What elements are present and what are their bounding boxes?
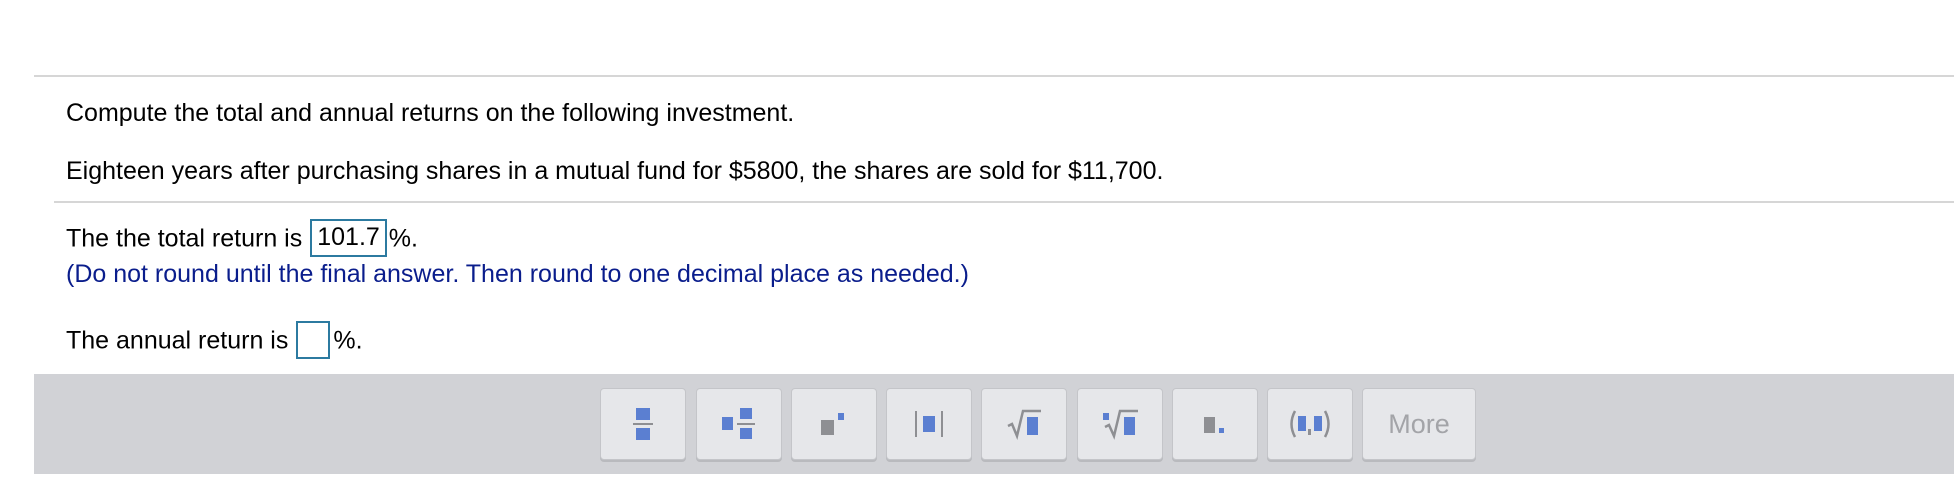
absolute-value-icon — [915, 411, 943, 437]
rounding-hint: (Do not round until the final answer. Th… — [66, 260, 969, 288]
question-page: Compute the total and annual returns on … — [0, 0, 1954, 482]
absolute-value-button[interactable] — [886, 388, 972, 460]
fraction-button[interactable] — [600, 388, 686, 460]
mixed-number-icon — [722, 408, 755, 439]
ordered-pair-icon — [1290, 410, 1330, 438]
nth-root-icon — [1103, 409, 1138, 440]
total-return-label: The the total return is — [66, 224, 303, 253]
annual-return-row: The annual return is%. — [66, 321, 363, 361]
total-return-row: The the total return is 101.7%. — [66, 219, 418, 259]
total-return-input[interactable]: 101.7 — [310, 219, 387, 257]
square-root-icon — [1007, 409, 1041, 440]
exponent-button[interactable] — [791, 388, 877, 460]
square-root-button[interactable] — [981, 388, 1067, 460]
section-divider — [54, 201, 1954, 203]
ordered-pair-button[interactable] — [1267, 388, 1353, 460]
mixed-number-button[interactable] — [696, 388, 782, 460]
problem-text: Eighteen years after purchasing shares i… — [66, 157, 1164, 185]
decimal-button[interactable] — [1172, 388, 1258, 460]
nth-root-button[interactable] — [1077, 388, 1163, 460]
decimal-icon — [1204, 417, 1224, 433]
math-toolbar: More — [34, 374, 1954, 474]
annual-return-unit: %. — [333, 326, 363, 355]
exponent-icon — [821, 413, 844, 435]
annual-return-label: The annual return is — [66, 326, 289, 355]
total-return-unit: %. — [388, 224, 418, 253]
more-button[interactable]: More — [1362, 388, 1476, 460]
instruction-text: Compute the total and annual returns on … — [66, 99, 795, 127]
fraction-icon — [633, 408, 653, 440]
annual-return-input[interactable] — [296, 321, 331, 359]
more-button-label: More — [1388, 408, 1450, 439]
top-divider — [34, 75, 1954, 77]
